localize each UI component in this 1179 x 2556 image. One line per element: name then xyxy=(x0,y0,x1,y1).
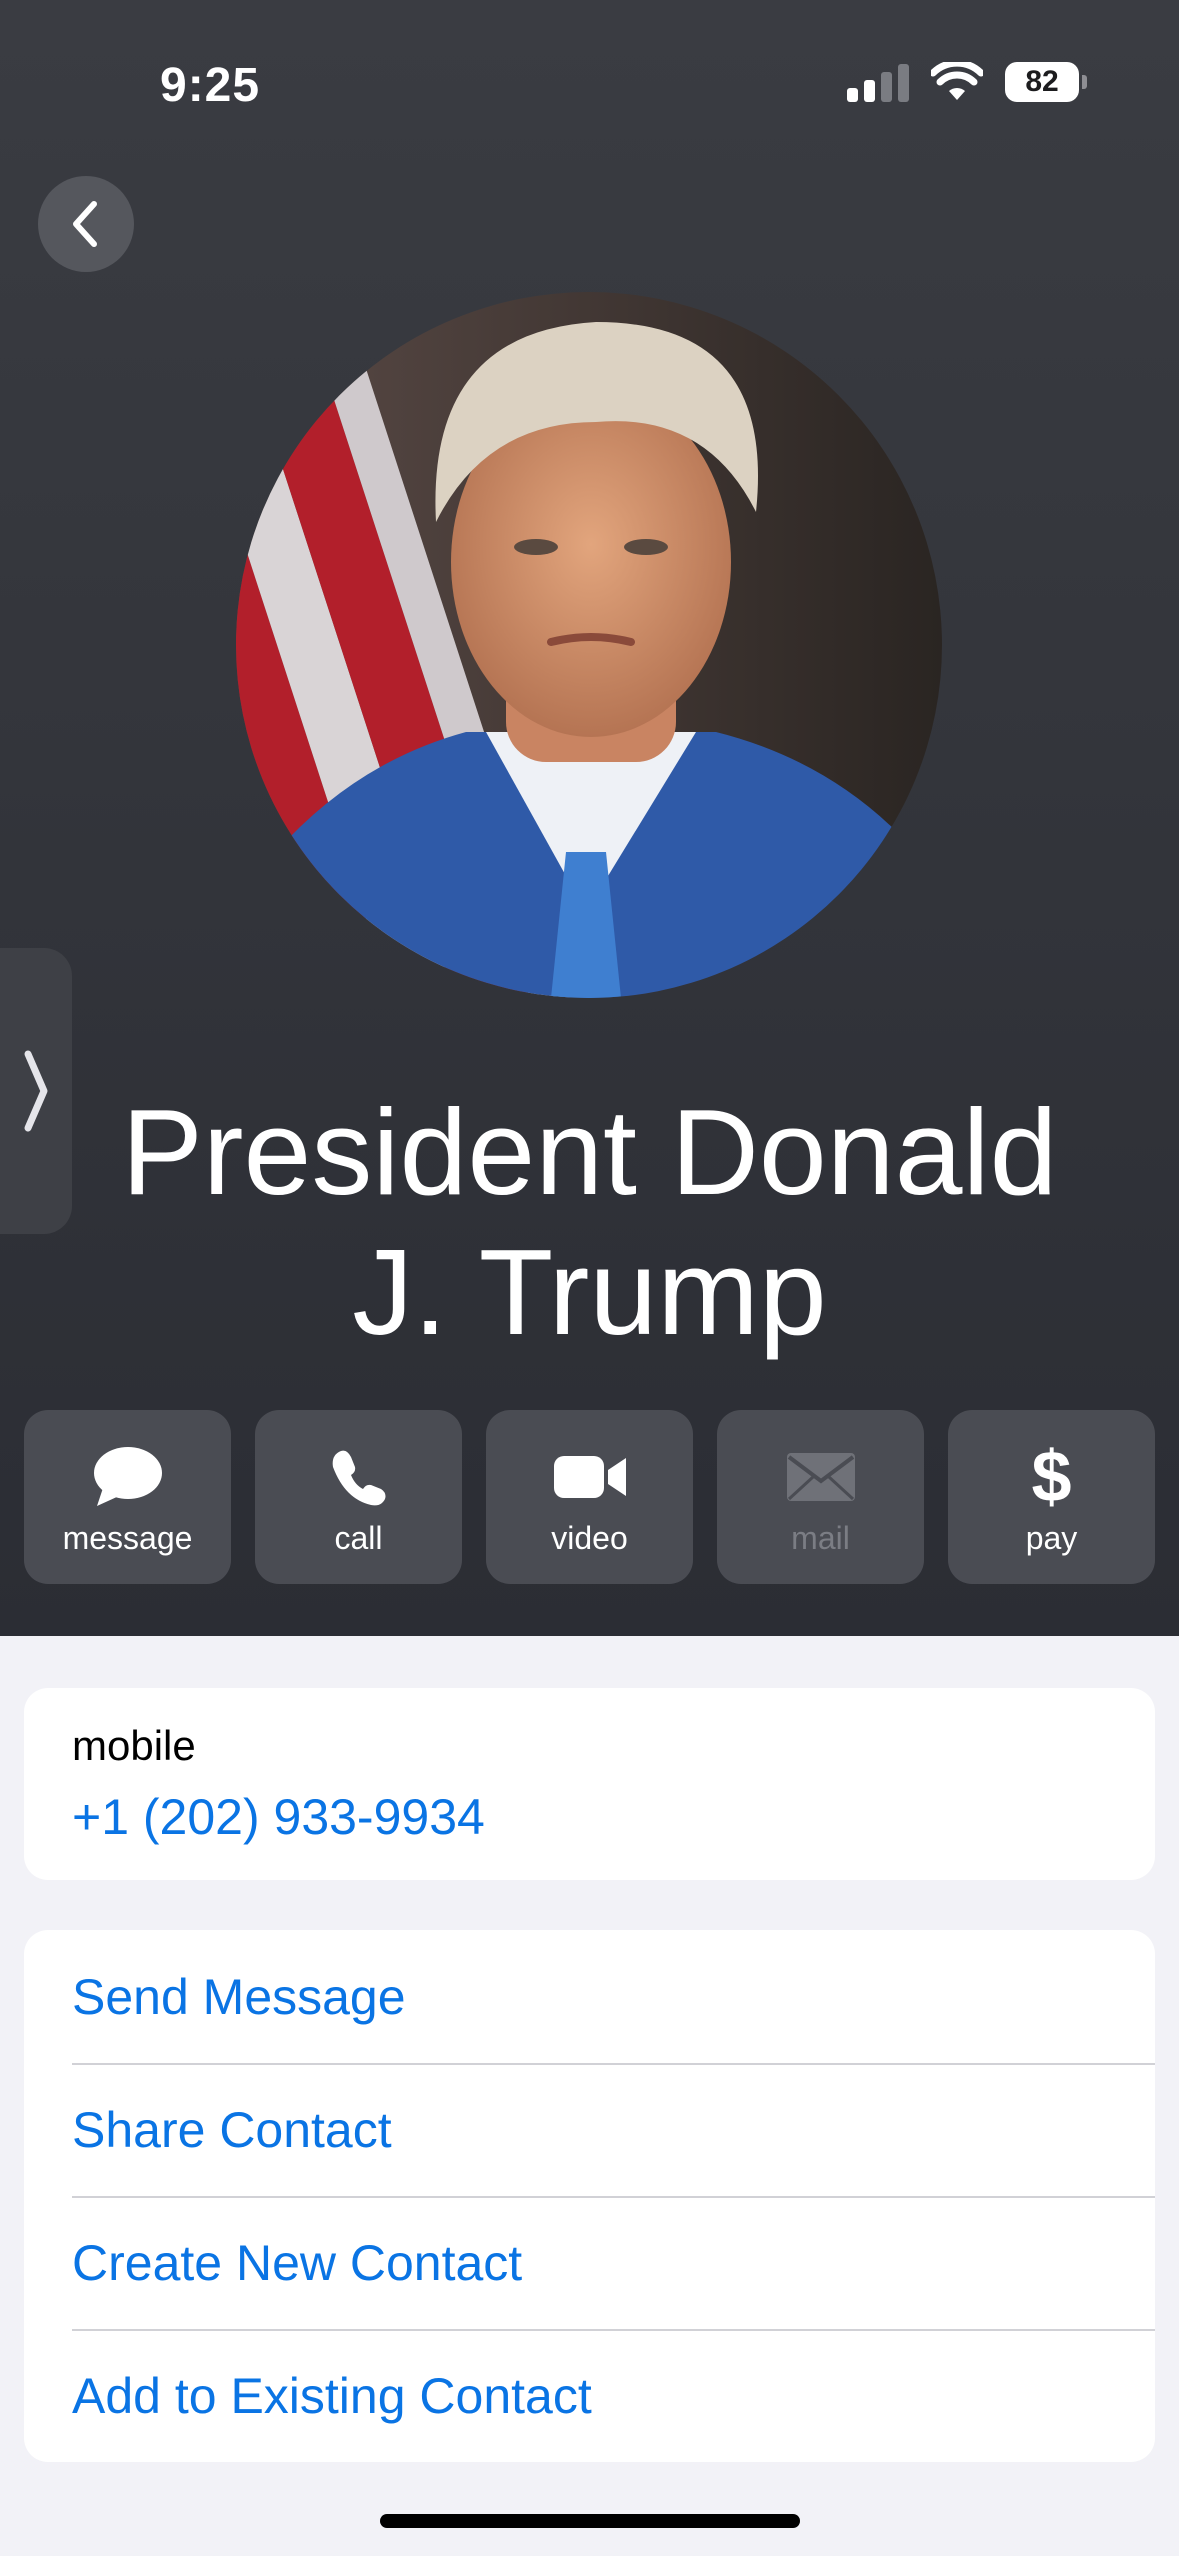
home-indicator[interactable] xyxy=(380,2514,800,2528)
battery-icon: 82 xyxy=(1005,62,1087,102)
speech-bubble-icon xyxy=(93,1447,162,1506)
add-to-existing-contact-button[interactable]: Add to Existing Contact xyxy=(24,2329,1155,2462)
video-label: video xyxy=(551,1520,628,1556)
contact-header: 9:25 82 President Donald J. Trump messag… xyxy=(0,0,1179,1636)
contact-actions-list: Send Message Share Contact Create New Co… xyxy=(24,1930,1155,2462)
battery-level: 82 xyxy=(1025,65,1059,98)
send-message-button[interactable]: Send Message xyxy=(24,1930,1155,2063)
phone-label: mobile xyxy=(72,1722,196,1769)
chevron-left-icon xyxy=(73,201,97,247)
action-buttons: message call video mail $ pay xyxy=(24,1410,1155,1584)
call-label: call xyxy=(334,1520,383,1556)
phone-number-link[interactable]: +1 (202) 933-9934 xyxy=(72,1788,485,1846)
phone-number-card[interactable]: mobile +1 (202) 933-9934 xyxy=(24,1688,1155,1880)
dollar-icon: $ xyxy=(1031,1437,1072,1517)
mail-label: mail xyxy=(791,1520,850,1556)
contact-name: President Donald J. Trump xyxy=(121,1084,1058,1360)
share-contact-button[interactable]: Share Contact xyxy=(24,2063,1155,2196)
wifi-icon xyxy=(931,62,983,100)
video-camera-icon xyxy=(553,1456,626,1498)
message-label: message xyxy=(62,1520,193,1556)
message-button[interactable]: message xyxy=(24,1410,231,1584)
back-button[interactable] xyxy=(38,176,134,272)
status-icons: 82 xyxy=(847,62,1087,102)
phone-icon xyxy=(332,1450,385,1506)
cellular-signal-icon xyxy=(847,62,909,102)
envelope-icon xyxy=(786,1453,855,1501)
pay-label: pay xyxy=(1025,1520,1078,1556)
status-time: 9:25 xyxy=(160,59,261,112)
mail-button[interactable]: mail xyxy=(717,1410,924,1584)
call-button[interactable]: call xyxy=(255,1410,462,1584)
pay-button[interactable]: $ pay xyxy=(948,1410,1155,1584)
create-new-contact-button[interactable]: Create New Contact xyxy=(24,2196,1155,2329)
video-button[interactable]: video xyxy=(486,1410,693,1584)
chevron-right-icon xyxy=(24,1050,48,1132)
contact-photo xyxy=(236,292,942,998)
